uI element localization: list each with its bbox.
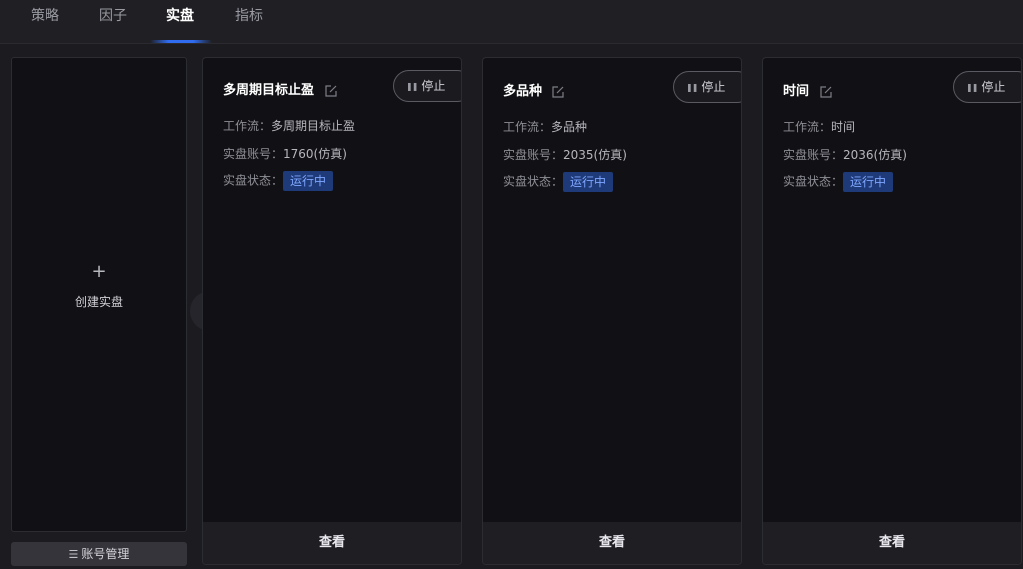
tab-strategy[interactable]: 策略 (31, 6, 59, 28)
tab-factor[interactable]: 因子 (99, 6, 127, 28)
account-management-button[interactable]: ☰ 账号管理 (11, 542, 187, 566)
account-management-label: 账号管理 (81, 547, 130, 561)
edit-icon[interactable] (551, 85, 565, 99)
workflow-value: 多周期目标止盈 (271, 119, 356, 133)
tab-indicator[interactable]: 指标 (235, 6, 263, 28)
list-icon: ☰ (68, 548, 79, 561)
top-tab-bar: 策略 因子 实盘 指标 (0, 0, 1023, 44)
status-label: 实盘状态： (503, 174, 564, 189)
live-trading-card: 多品种 ❚❚ 停止 工作流：多品种 实盘账号：2035(仿真) 实盘状态： 运行中 … (482, 57, 742, 565)
stop-label: 停止 (701, 80, 726, 94)
account-value: 2035(仿真) (563, 148, 627, 162)
status-badge: 运行中 (563, 172, 614, 192)
workflow-label: 工作流： (783, 120, 832, 134)
plus-icon: + (91, 261, 107, 282)
active-tab-indicator (150, 40, 212, 43)
card-title: 多品种 (503, 84, 543, 99)
tab-live-trading[interactable]: 实盘 (166, 6, 194, 28)
account-row: 实盘账号：2035(仿真) (503, 147, 627, 163)
status-badge: 运行中 (283, 171, 334, 191)
stop-button[interactable]: ❚❚ 停止 (393, 70, 461, 102)
workflow-row: 工作流：时间 (783, 119, 855, 135)
status-badge: 运行中 (843, 172, 894, 192)
view-button[interactable]: 查看 (483, 522, 741, 564)
view-button[interactable]: 查看 (763, 522, 1021, 564)
status-row: 实盘状态： 运行中 (223, 171, 334, 191)
stop-label: 停止 (981, 80, 1006, 94)
pause-icon: ❚❚ (686, 83, 698, 92)
status-row: 实盘状态： 运行中 (503, 172, 614, 192)
workflow-row: 工作流：多品种 (503, 119, 587, 135)
pause-icon: ❚❚ (966, 83, 978, 92)
status-row: 实盘状态： 运行中 (783, 172, 894, 192)
workflow-value: 多品种 (551, 120, 588, 134)
account-label: 实盘账号： (503, 148, 564, 162)
edit-icon[interactable] (324, 84, 338, 98)
account-row: 实盘账号：1760(仿真) (223, 146, 347, 162)
account-label: 实盘账号： (223, 147, 284, 161)
account-value: 2036(仿真) (843, 148, 907, 162)
account-row: 实盘账号：2036(仿真) (783, 147, 907, 163)
status-label: 实盘状态： (223, 173, 284, 188)
card-title: 多周期目标止盈 (223, 83, 315, 98)
workflow-label: 工作流： (503, 120, 552, 134)
workflow-label: 工作流： (223, 119, 272, 133)
pause-icon: ❚❚ (406, 82, 418, 91)
create-live-trading-label: 创建实盘 (74, 295, 123, 309)
stop-label: 停止 (421, 79, 446, 93)
workflow-row: 工作流：多周期目标止盈 (223, 118, 355, 134)
card-title: 时间 (783, 84, 810, 99)
stop-button[interactable]: ❚❚ 停止 (673, 71, 741, 103)
workflow-value: 时间 (831, 120, 856, 134)
live-trading-card: 时间 ❚❚ 停止 工作流：时间 实盘账号：2036(仿真) 实盘状态： 运行中 查看 (762, 57, 1022, 565)
create-live-trading-panel[interactable]: + 创建实盘 (11, 57, 187, 532)
account-label: 实盘账号： (783, 148, 844, 162)
view-button[interactable]: 查看 (203, 522, 461, 564)
live-trading-card: 多周期目标止盈 ❚❚ 停止 工作流：多周期目标止盈 实盘账号：1760(仿真) 实… (202, 57, 462, 565)
status-label: 实盘状态： (783, 174, 844, 189)
stop-button[interactable]: ❚❚ 停止 (953, 71, 1021, 103)
edit-icon[interactable] (819, 85, 833, 99)
account-value: 1760(仿真) (283, 147, 347, 161)
